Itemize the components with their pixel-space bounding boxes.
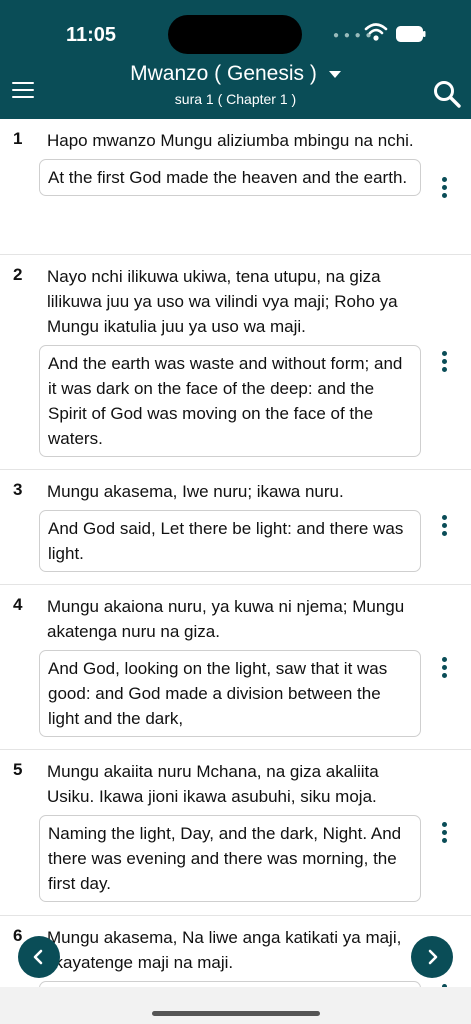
home-indicator[interactable] — [152, 1011, 320, 1016]
verse-item: 4 Mungu akaiona nuru, ya kuwa ni njema; … — [0, 585, 471, 750]
more-vertical-icon[interactable] — [442, 657, 448, 681]
wifi-icon — [364, 23, 388, 41]
more-vertical-icon[interactable] — [442, 822, 448, 846]
verse-number: 5 — [13, 760, 23, 779]
verse-text-swahili: Mungu akasema, Iwe nuru; ikawa nuru. — [47, 482, 344, 501]
verse-text-english[interactable]: And the earth was waste and without form… — [39, 345, 421, 457]
verse-item: 1 Hapo mwanzo Mungu aliziumba mbingu na … — [0, 119, 471, 255]
verse-item: 3 Mungu akasema, Iwe nuru; ikawa nuru. A… — [0, 470, 471, 585]
verse-text-swahili: Nayo nchi ilikuwa ukiwa, tena utupu, na … — [47, 267, 398, 336]
verse-text-swahili: Mungu akasema, Na liwe anga katikati ya … — [47, 928, 402, 972]
book-title[interactable]: Mwanzo ( Genesis ) — [130, 62, 317, 85]
verse-item: 6 Mungu akasema, Na liwe anga katikati y… — [0, 916, 471, 987]
previous-chapter-button[interactable] — [18, 936, 60, 978]
verse-item: 5 Mungu akaiita nuru Mchana, na giza aka… — [0, 750, 471, 916]
bottom-safe-area — [0, 987, 471, 1024]
verse-number: 4 — [13, 595, 23, 614]
more-vertical-icon[interactable] — [442, 177, 448, 201]
search-icon[interactable] — [432, 79, 462, 109]
more-vertical-icon[interactable] — [442, 515, 448, 539]
verse-text-swahili: Mungu akaiita nuru Mchana, na giza akali… — [47, 762, 379, 806]
verse-text-swahili: Mungu akaiona nuru, ya kuwa ni njema; Mu… — [47, 597, 405, 641]
verse-text-english[interactable]: And God said, Let there be light: and th… — [39, 510, 421, 572]
chevron-left-icon — [33, 949, 43, 965]
status-time: 11:05 — [66, 24, 117, 46]
verse-number: 2 — [13, 265, 23, 284]
verse-text-english[interactable]: Naming the light, Day, and the dark, Nig… — [39, 815, 421, 902]
next-chapter-button[interactable] — [411, 936, 453, 978]
verse-number: 3 — [13, 480, 23, 499]
chevron-right-icon — [428, 949, 438, 965]
verse-number: 1 — [13, 129, 23, 148]
verse-text-swahili: Hapo mwanzo Mungu aliziumba mbingu na nc… — [47, 131, 414, 150]
chapter-subtitle: sura 1 ( Chapter 1 ) — [174, 91, 297, 107]
dynamic-island — [168, 15, 302, 54]
verse-number: 6 — [13, 926, 23, 945]
battery-icon — [396, 26, 426, 42]
book-selector[interactable]: Mwanzo ( Genesis ) — [0, 62, 471, 86]
chevron-down-icon[interactable] — [328, 70, 341, 78]
app-header: 11:05 ● ● ● ● Mwanzo ( Genesis ) sura 1 … — [0, 0, 471, 119]
verse-text-english[interactable]: At the first God made the heaven and the… — [39, 159, 421, 196]
verse-text-english[interactable]: And God, looking on the light, saw that … — [39, 650, 421, 737]
verse-item: 2 Nayo nchi ilikuwa ukiwa, tena utupu, n… — [0, 255, 471, 470]
verse-list[interactable]: 1 Hapo mwanzo Mungu aliziumba mbingu na … — [0, 119, 471, 987]
more-vertical-icon[interactable] — [442, 351, 448, 375]
